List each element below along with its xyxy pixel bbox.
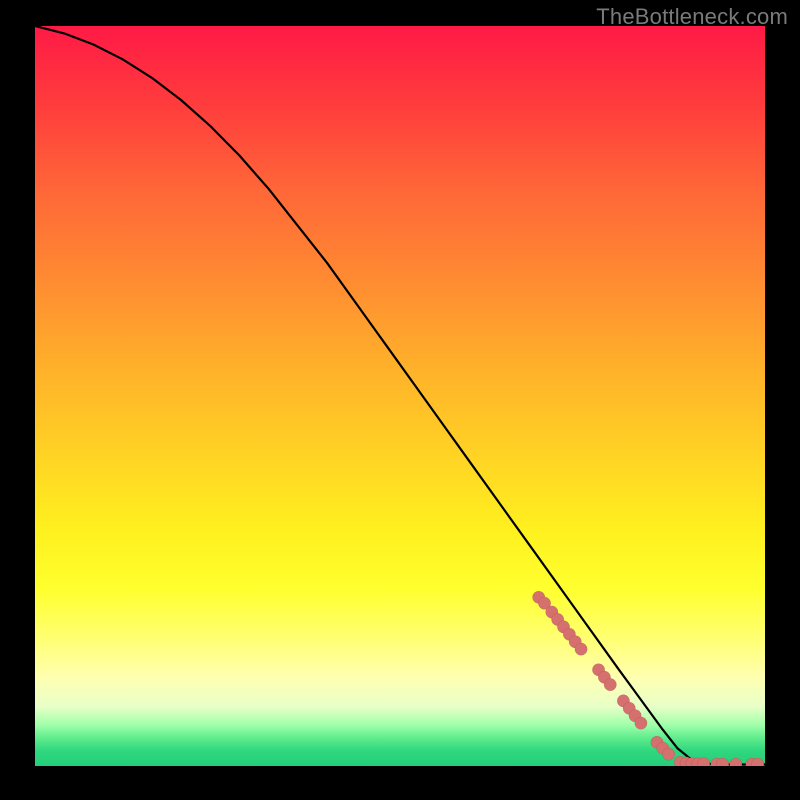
chart-svg	[35, 26, 765, 766]
data-markers	[533, 591, 764, 766]
data-marker	[635, 717, 647, 729]
plot-area	[35, 26, 765, 766]
data-marker	[604, 678, 616, 690]
data-marker	[662, 748, 674, 760]
watermark-text: TheBottleneck.com	[596, 4, 788, 30]
data-marker	[730, 758, 742, 766]
data-marker	[575, 643, 587, 655]
chart-frame: TheBottleneck.com	[0, 0, 800, 800]
bottleneck-curve-line	[35, 26, 765, 765]
